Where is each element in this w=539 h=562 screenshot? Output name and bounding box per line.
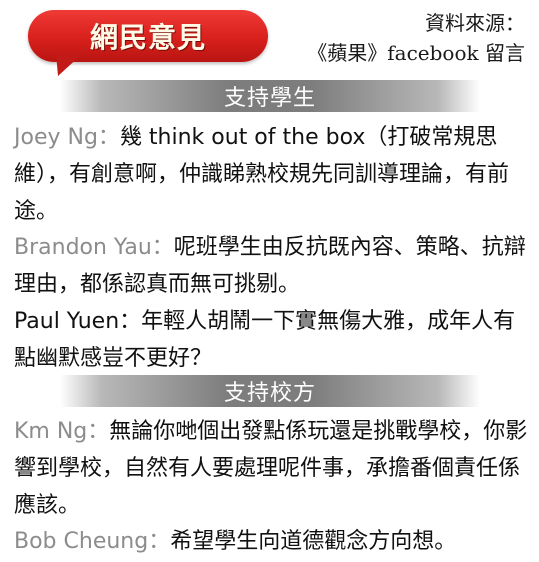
separator: ： <box>119 309 142 334</box>
separator: ： <box>97 125 120 150</box>
commenter-name: Bob Cheung <box>14 529 149 554</box>
comment: Joey Ng：幾 think out of the box（打破常規思維），有… <box>14 119 529 230</box>
section-heading-support-students: 支持學生 <box>60 80 480 112</box>
section-heading-support-school: 支持校方 <box>60 375 480 407</box>
commenter-name: Km Ng <box>14 419 88 444</box>
source-name: 《蘋果》facebook 留言 <box>307 41 525 65</box>
commenter-name: Joey Ng <box>14 125 98 150</box>
separator: ： <box>148 529 171 554</box>
commenter-name: Paul Yuen <box>14 309 120 334</box>
commenter-name: Brandon Yau <box>14 235 152 260</box>
source-credit: 資料來源： 《蘋果》facebook 留言 <box>307 8 525 68</box>
comment: Paul Yuen：年輕人胡鬧一下實無傷大雅，成年人有點幽默感豈不更好？ <box>14 303 529 377</box>
separator: ： <box>151 235 174 260</box>
comment: Brandon Yau：呢班學生由反抗既內容、策略、抗辯理由，都係認真而無可挑剔… <box>14 229 529 303</box>
comment-text: 希望學生向道德觀念方向想。 <box>170 529 457 554</box>
separator: ： <box>87 419 110 444</box>
comment: Km Ng：無論你哋個出發點係玩還是挑戰學校，你影響到學校，自然有人要處理呢件事… <box>14 413 529 524</box>
source-label: 資料來源： <box>425 11 525 35</box>
comment: Bob Cheung：希望學生向道德觀念方向想。 <box>14 523 529 560</box>
